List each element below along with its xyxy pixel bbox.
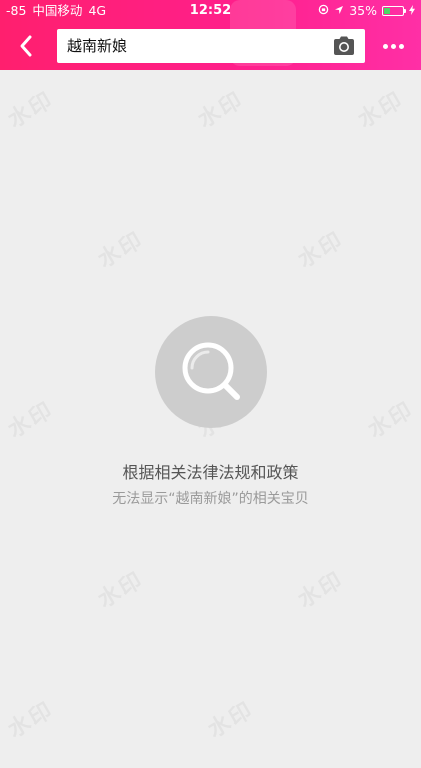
watermark: 水印 [361, 372, 421, 469]
battery-fill [384, 8, 391, 14]
empty-state-title: 根据相关法律法规和政策 [122, 463, 299, 482]
rotation-lock-icon [318, 0, 329, 22]
watermark: 水印 [1, 672, 109, 768]
battery-percent: 35% [349, 3, 377, 18]
charging-bolt-icon [409, 0, 415, 22]
watermark: 水印 [1, 62, 109, 159]
watermark: 水印 [351, 62, 421, 159]
watermark: 水印 [91, 202, 199, 299]
watermark: 水印 [91, 542, 199, 639]
empty-state-illustration [155, 316, 267, 428]
navigation-bar: 越南新娘 [0, 22, 421, 70]
camera-icon [334, 36, 354, 55]
watermark: 水印 [191, 62, 299, 159]
back-button[interactable] [8, 28, 44, 64]
watermark: 水印 [201, 672, 309, 768]
more-dots-icon [382, 43, 404, 49]
status-right: 35% [318, 0, 415, 22]
chevron-left-icon [20, 35, 32, 57]
watermark: 水印 [1, 372, 109, 469]
search-box[interactable]: 越南新娘 [57, 29, 365, 63]
watermark: 水印 [291, 542, 399, 639]
watermark: 水印 [291, 202, 399, 299]
battery-icon [382, 6, 406, 16]
search-icon [182, 342, 240, 400]
empty-state-subtitle: 无法显示“越南新娘”的相关宝贝 [112, 491, 309, 507]
top-bar: -85 中国移动 4G 12:52 35% 越南新娘 [0, 0, 421, 70]
more-button[interactable] [375, 28, 411, 64]
status-bar: -85 中国移动 4G 12:52 35% [0, 0, 421, 22]
camera-button[interactable] [331, 34, 357, 58]
search-query[interactable]: 越南新娘 [67, 29, 127, 63]
location-arrow-icon [334, 0, 344, 22]
